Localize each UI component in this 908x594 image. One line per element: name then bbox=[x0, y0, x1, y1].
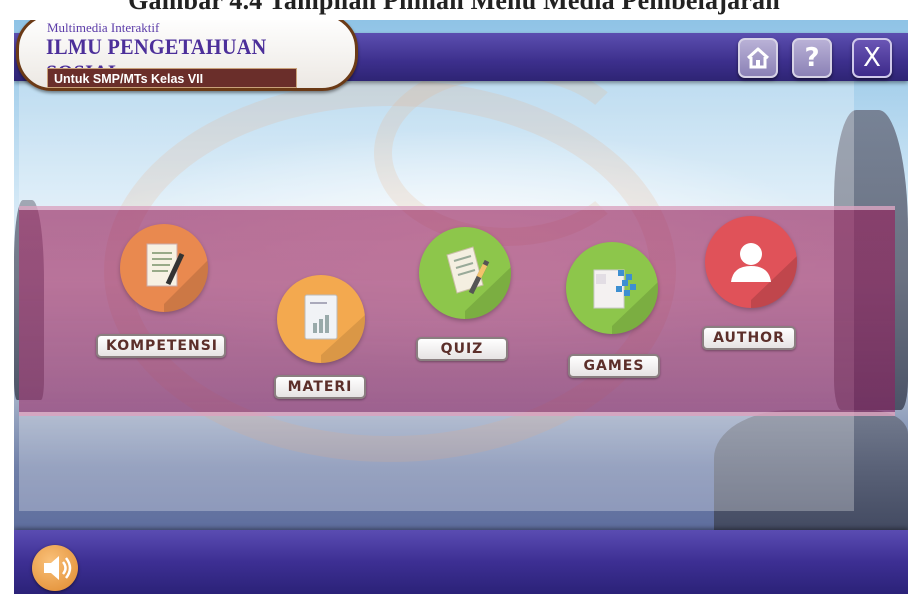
app-window: ? X Multimedia Interaktif ILMU PENGETAHU… bbox=[14, 20, 908, 594]
quiz-icon-circle[interactable] bbox=[419, 227, 511, 319]
document-pen-icon bbox=[146, 243, 208, 312]
menu-item-quiz[interactable]: QUIZ bbox=[416, 227, 516, 367]
sound-button[interactable] bbox=[32, 545, 78, 591]
menu-label-author[interactable]: AUTHOR bbox=[702, 326, 796, 350]
title-badge: Multimedia Interaktif ILMU PENGETAHUAN S… bbox=[16, 20, 358, 91]
games-icon-circle[interactable] bbox=[566, 242, 658, 334]
menu-item-games[interactable]: GAMES bbox=[564, 242, 664, 382]
menu-label-materi[interactable]: MATERI bbox=[274, 375, 366, 399]
close-icon: X bbox=[863, 43, 881, 73]
author-icon-circle[interactable] bbox=[705, 216, 797, 308]
speaker-icon bbox=[44, 556, 72, 580]
menu-label-kompetensi[interactable]: KOMPETENSI bbox=[96, 334, 226, 358]
question-icon: ? bbox=[804, 43, 820, 73]
figure-caption: Gambar 4.4 Tampilan Pilihan Menu Media P… bbox=[128, 0, 780, 15]
scroll-pen-icon bbox=[446, 246, 511, 319]
class-label: Untuk SMP/MTs Kelas VII bbox=[47, 68, 297, 88]
close-button[interactable]: X bbox=[852, 38, 892, 78]
menu-item-author[interactable]: AUTHOR bbox=[702, 216, 812, 356]
home-button[interactable] bbox=[738, 38, 778, 78]
menu-label-quiz[interactable]: QUIZ bbox=[416, 337, 508, 361]
puzzle-blocks-icon bbox=[593, 269, 658, 334]
user-icon bbox=[731, 243, 797, 308]
menu-item-kompetensi[interactable]: KOMPETENSI bbox=[96, 224, 231, 364]
kompetensi-icon-circle[interactable] bbox=[120, 224, 208, 312]
materi-icon-circle[interactable] bbox=[277, 275, 365, 363]
home-icon bbox=[746, 47, 770, 69]
help-button[interactable]: ? bbox=[792, 38, 832, 78]
bottom-bar bbox=[14, 530, 908, 594]
report-chart-icon bbox=[304, 294, 365, 363]
menu-item-materi[interactable]: MATERI bbox=[274, 275, 374, 410]
menu-label-games[interactable]: GAMES bbox=[568, 354, 660, 378]
